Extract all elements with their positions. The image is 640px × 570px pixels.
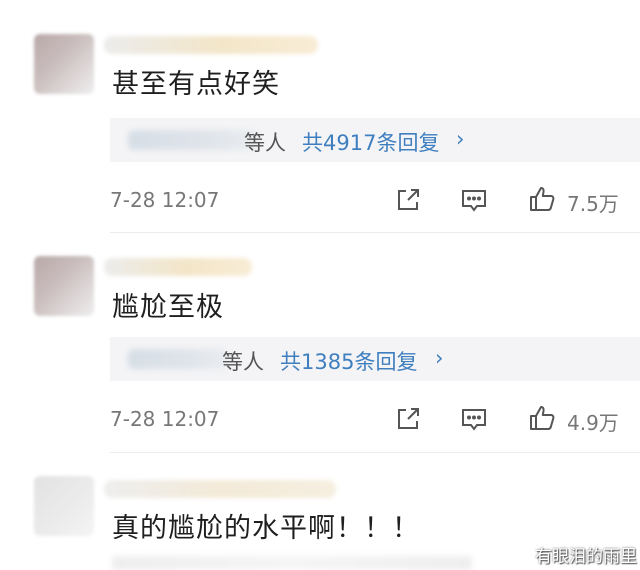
thumbs-up-icon[interactable] <box>528 185 556 213</box>
divider <box>110 232 640 233</box>
reply-suffix: 等人 <box>222 350 264 374</box>
share-icon[interactable] <box>394 405 422 433</box>
share-icon[interactable] <box>394 186 422 214</box>
reply-count-link[interactable]: 共4917条回复 <box>302 127 439 157</box>
reply-count-link[interactable]: 共1385条回复 <box>280 346 417 376</box>
like-count: 7.5万 <box>567 192 619 216</box>
username-blurred[interactable] <box>104 36 318 54</box>
reply-suffix: 等人 <box>244 131 286 155</box>
username-blurred[interactable] <box>104 480 336 498</box>
watermark: 有眼泪的雨里 <box>535 547 637 567</box>
comment-icon[interactable] <box>460 186 488 214</box>
comment-text: 尴尬至极 <box>112 292 224 323</box>
reply-names-blurred <box>112 556 472 570</box>
reply-summary[interactable]: 等人 共1385条回复 › <box>110 337 640 381</box>
chevron-right-icon[interactable]: › <box>456 127 464 151</box>
like-count: 4.9万 <box>567 411 619 435</box>
avatar[interactable] <box>34 34 94 94</box>
avatar[interactable] <box>34 256 94 316</box>
chevron-right-icon[interactable]: › <box>435 346 443 370</box>
reply-names-blurred <box>128 349 228 369</box>
comment-time: 7-28 12:07 <box>110 407 220 431</box>
comment-text: 甚至有点好笑 <box>112 69 280 100</box>
divider <box>110 452 640 453</box>
comment-time: 7-28 12:07 <box>110 188 220 212</box>
username-blurred[interactable] <box>104 258 252 276</box>
comment-text: 真的尴尬的水平啊！！！ <box>112 513 420 544</box>
comment-icon[interactable] <box>460 405 488 433</box>
thumbs-up-icon[interactable] <box>528 404 556 432</box>
reply-summary[interactable]: 等人 共4917条回复 › <box>110 118 640 162</box>
reply-names-blurred <box>128 130 258 150</box>
avatar[interactable] <box>34 476 94 536</box>
